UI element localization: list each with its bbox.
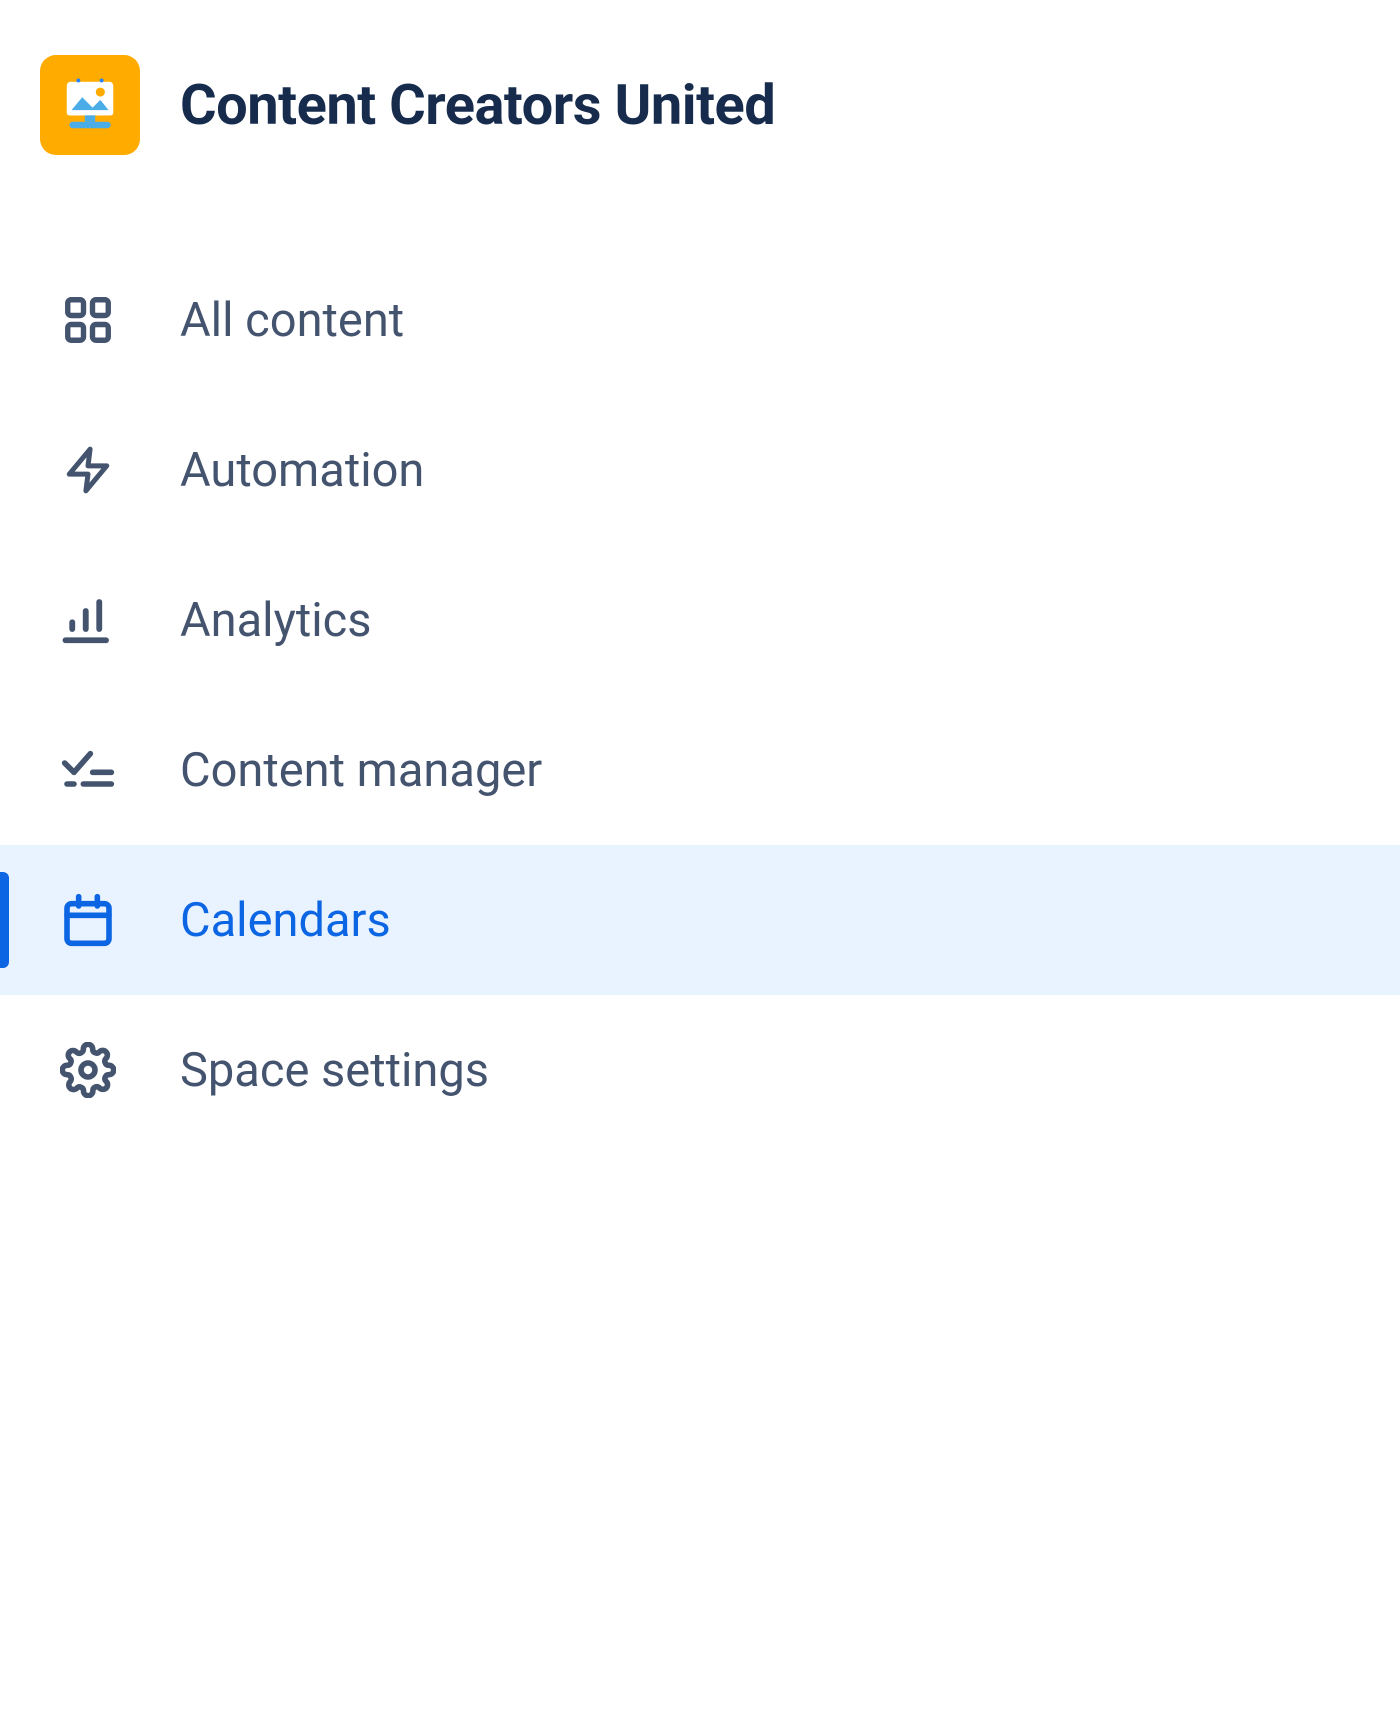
sidebar: Content Creators United All content Auto… xyxy=(0,0,1400,1145)
space-header[interactable]: Content Creators United xyxy=(0,0,1400,245)
sidebar-item-calendars[interactable]: Calendars xyxy=(0,845,1400,995)
sidebar-item-all-content[interactable]: All content xyxy=(0,245,1400,395)
checklist-icon xyxy=(58,740,118,800)
bar-chart-icon xyxy=(58,590,118,650)
space-title: Content Creators United xyxy=(180,72,775,138)
lightning-icon xyxy=(58,440,118,500)
sidebar-item-analytics[interactable]: Analytics xyxy=(0,545,1400,695)
sidebar-item-label: Space settings xyxy=(180,1043,489,1098)
sidebar-item-label: Calendars xyxy=(180,893,391,948)
sidebar-item-automation[interactable]: Automation xyxy=(0,395,1400,545)
sidebar-item-label: Content manager xyxy=(180,743,542,798)
nav-list: All content Automation Analytics xyxy=(0,245,1400,1145)
sidebar-item-space-settings[interactable]: Space settings xyxy=(0,995,1400,1145)
space-icon xyxy=(40,55,140,155)
calendar-icon xyxy=(58,890,118,950)
sidebar-item-label: Automation xyxy=(180,443,424,498)
sidebar-item-label: All content xyxy=(180,293,404,348)
sidebar-item-label: Analytics xyxy=(180,593,372,648)
sidebar-item-content-manager[interactable]: Content manager xyxy=(0,695,1400,845)
easel-picture-icon xyxy=(59,74,121,136)
grid-icon xyxy=(58,290,118,350)
gear-icon xyxy=(58,1040,118,1100)
